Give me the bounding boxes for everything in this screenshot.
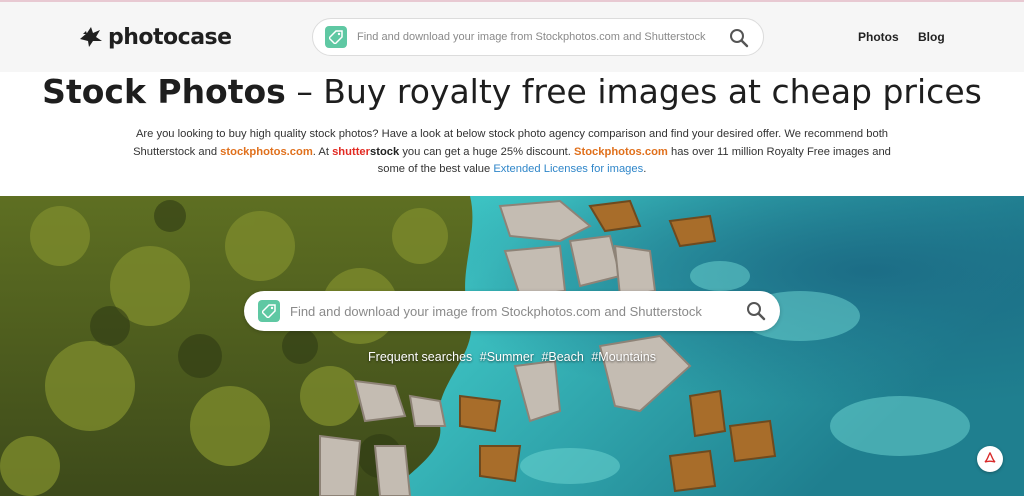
- search-tag-beach[interactable]: #Beach: [541, 350, 583, 364]
- nav-link-blog[interactable]: Blog: [918, 30, 945, 44]
- shutterstock-link[interactable]: shutterstock: [332, 146, 399, 158]
- hero-search-bar[interactable]: [244, 291, 780, 331]
- page-title-rest: – Buy royalty free images at cheap price…: [285, 72, 982, 111]
- intro-text: you can get a huge 25% discount.: [399, 145, 575, 158]
- header-search-bar[interactable]: [312, 18, 764, 56]
- search-icon[interactable]: [744, 299, 768, 323]
- hero-banner: Frequent searches #Summer #Beach #Mounta…: [0, 196, 1024, 496]
- page-title-bold: Stock Photos: [42, 72, 286, 111]
- search-tag-summer[interactable]: #Summer: [480, 350, 534, 364]
- logo-text: photocase: [108, 24, 232, 50]
- header-search-input[interactable]: [357, 31, 727, 43]
- frequent-searches-label: Frequent searches: [368, 350, 473, 364]
- page-title: Stock Photos – Buy royalty free images a…: [0, 72, 1024, 111]
- pdf-icon[interactable]: [977, 446, 1003, 472]
- search-icon[interactable]: [727, 26, 751, 50]
- tag-icon: [325, 26, 347, 48]
- extended-licenses-link[interactable]: Extended Licenses for images: [493, 163, 643, 175]
- intro-paragraph: Are you looking to buy high quality stoc…: [120, 126, 904, 179]
- tag-icon: [258, 300, 280, 322]
- site-header: photocase Photos Blog: [0, 2, 1024, 72]
- intro-text: . At: [312, 145, 333, 158]
- stockphotos-link[interactable]: stockphotos.com: [220, 146, 313, 158]
- bird-logo-icon: [80, 27, 102, 47]
- intro-text: .: [643, 163, 647, 175]
- hero-background-image: [0, 196, 1024, 496]
- search-tag-mountains[interactable]: #Mountains: [591, 350, 656, 364]
- stockphotos-link-2[interactable]: Stockphotos.com: [574, 146, 668, 158]
- hero-search-input[interactable]: [290, 303, 730, 319]
- frequent-searches: Frequent searches #Summer #Beach #Mounta…: [0, 350, 1024, 364]
- site-logo[interactable]: photocase: [78, 22, 232, 52]
- nav-link-photos[interactable]: Photos: [858, 30, 899, 44]
